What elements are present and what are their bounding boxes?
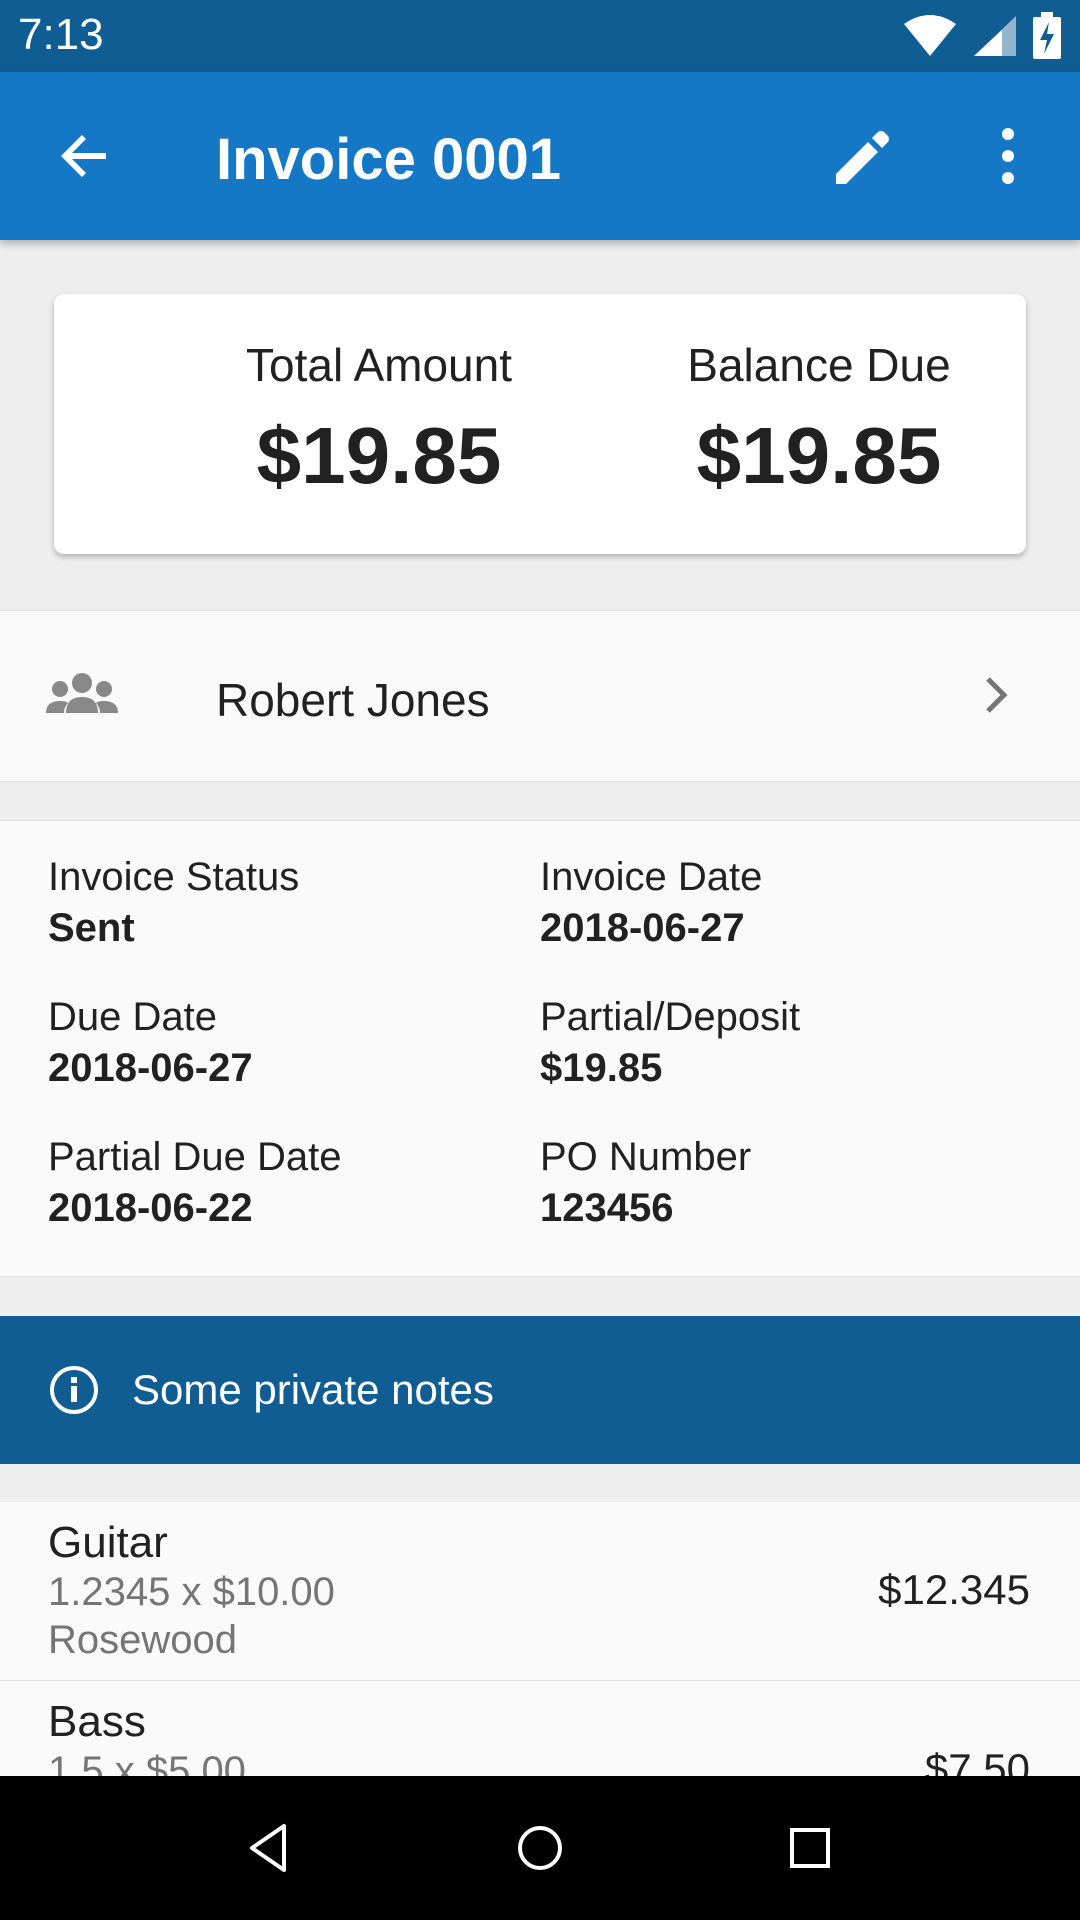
client-row[interactable]: Robert Jones [0,610,1080,782]
invoice-details: Invoice Status Sent Invoice Date 2018-06… [0,820,1080,1277]
detail-value: 2018-06-22 [48,1186,253,1230]
system-nav-bar [0,1776,1080,1920]
item-total: $7.50 [924,1745,1030,1776]
app-bar: Invoice 0001 [0,72,1080,240]
status-time: 7:13 [18,10,104,59]
arrow-back-icon[interactable] [52,124,116,188]
item-qty: 1.2345 x $10.00 [48,1570,335,1614]
detail-value: $19.85 [540,1046,663,1090]
balance-due-value: $19.85 [696,411,942,500]
partial-deposit-field: Partial/Deposit $19.85 [540,995,1020,1091]
invoice-status-field: Invoice Status Sent [48,855,528,951]
item-desc: Rosewood [48,1618,238,1662]
list-item[interactable]: Guitar 1.2345 x $10.00 Rosewood $12.345 [0,1502,1080,1681]
home-circle-icon[interactable] [510,1818,570,1878]
back-triangle-icon[interactable] [240,1818,300,1878]
due-date-field: Due Date 2018-06-27 [48,995,528,1091]
page-title: Invoice 0001 [216,127,561,192]
more-vert-icon[interactable] [990,124,1026,188]
list-item[interactable]: Bass 1.5 x $5.00 $7.50 [0,1681,1080,1776]
status-icons [902,10,1062,62]
po-number-field: PO Number 123456 [540,1135,1020,1231]
balance-due-label: Balance Due [687,339,951,391]
balance-due-block: Balance Due $19.85 [544,338,1080,502]
item-name: Bass [48,1697,146,1746]
item-total: $12.345 [878,1566,1030,1613]
pencil-icon[interactable] [828,122,898,192]
status-bar: 7:13 [0,0,1080,72]
detail-label: PO Number [540,1135,752,1179]
private-notes-text: Some private notes [132,1366,494,1413]
wifi-icon [904,15,956,56]
invoice-date-field: Invoice Date 2018-06-27 [540,855,1020,951]
detail-value: 123456 [540,1186,674,1230]
private-notes-banner: Some private notes [0,1316,1080,1464]
line-items-list: Guitar 1.2345 x $10.00 Rosewood $12.345 … [0,1502,1080,1776]
battery-charging-icon [1033,12,1061,59]
detail-value: Sent [48,906,135,950]
people-icon [46,673,118,713]
chevron-right-icon [986,677,1008,713]
detail-label: Invoice Date [540,855,763,899]
client-name: Robert Jones [216,674,490,726]
detail-label: Invoice Status [48,855,300,899]
partial-due-date-field: Partial Due Date 2018-06-22 [48,1135,528,1231]
item-name: Guitar [48,1518,168,1567]
detail-label: Partial Due Date [48,1135,342,1179]
item-qty: 1.5 x $5.00 [48,1749,246,1776]
signal-icon [974,16,1016,56]
detail-label: Due Date [48,995,217,1039]
detail-value: 2018-06-27 [48,1046,253,1090]
detail-value: 2018-06-27 [540,906,745,950]
summary-card: Total Amount $19.85 Balance Due $19.85 [54,294,1026,554]
recents-square-icon[interactable] [780,1818,840,1878]
detail-label: Partial/Deposit [540,995,801,1039]
info-icon [50,1366,98,1414]
